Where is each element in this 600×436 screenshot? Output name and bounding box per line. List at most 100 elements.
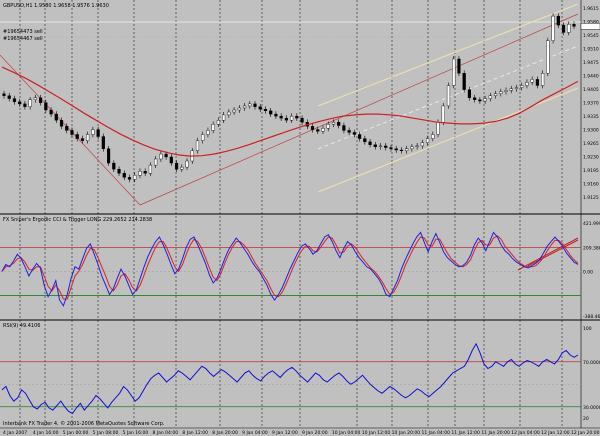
price-tick-label: 1.9475 <box>583 60 599 66</box>
candle-body <box>473 97 477 100</box>
candle-body <box>431 134 435 139</box>
price-tick-label: 1.9545 <box>583 33 599 39</box>
candle-body <box>337 122 341 126</box>
cci-tick-label: -388.4625 <box>583 314 600 320</box>
candle-body <box>143 171 147 174</box>
candle-body <box>331 122 336 125</box>
candle-body <box>91 129 95 135</box>
candle-body <box>154 158 158 166</box>
price-pane[interactable] <box>0 0 581 213</box>
candle-body <box>174 162 179 170</box>
candle-body <box>159 153 163 160</box>
candle-body <box>541 73 545 86</box>
order-label: #19654473 sell <box>3 29 43 35</box>
rsi-indicator-label: RSI(9) 49.4106 <box>3 323 40 329</box>
candle-body <box>169 156 173 164</box>
candle-body <box>357 134 362 139</box>
candle-body <box>232 109 236 113</box>
candle-body <box>242 105 247 109</box>
candle-body <box>133 175 137 180</box>
candle-body <box>18 101 22 105</box>
candle-body <box>279 115 283 119</box>
time-tick-label: 10 Jan 04:00 <box>332 430 361 436</box>
candle-body <box>514 87 519 89</box>
price-tick-label: 1.9230 <box>583 155 599 161</box>
candle-body <box>483 98 487 102</box>
candle-body <box>44 102 48 111</box>
candle-body <box>420 142 424 147</box>
candle-body <box>96 129 100 137</box>
order-label: #19654467 sell <box>3 36 43 42</box>
candle-body <box>101 136 105 149</box>
candle-body <box>478 99 482 102</box>
time-tick-label: 5 Jan 16:00 <box>123 430 149 436</box>
chart-canvas[interactable]: 1.9615 1.9580 1.9545 1.9510 1.9475 1.9440 1.94… <box>0 0 600 436</box>
candle-body <box>520 85 524 88</box>
time-tick-label: 12 Jan 20:00 <box>571 430 600 436</box>
time-tick-label: 8 Jan 20:00 <box>212 430 238 436</box>
price-tick-label: 1.9615 <box>583 6 599 12</box>
candle-body <box>546 40 550 74</box>
candle-body <box>561 24 566 33</box>
candle-body <box>269 110 273 115</box>
time-tick-label: 12 Jan 12:00 <box>541 430 570 436</box>
candle-body <box>253 103 257 107</box>
candle-body <box>446 85 451 107</box>
candle-body <box>441 105 445 123</box>
candle-body <box>222 114 226 121</box>
price-tick-label: 1.9335 <box>583 114 599 120</box>
candle-body <box>75 134 79 139</box>
time-tick-label: 12 Jan 04:00 <box>511 430 540 436</box>
candle-body <box>342 125 346 131</box>
candle-body <box>2 93 6 96</box>
candle-body <box>310 126 315 130</box>
candle-body <box>49 109 53 115</box>
candle-body <box>127 177 132 180</box>
candle-body <box>425 138 430 143</box>
candle-body <box>65 126 69 131</box>
candle-body <box>112 162 116 170</box>
time-tick-label: 11 Jan 04:00 <box>422 430 451 436</box>
rsi-pane[interactable] <box>0 321 581 428</box>
price-tick-label: 1.9125 <box>583 195 599 201</box>
candle-body <box>347 130 351 133</box>
price-tick-label: 1.9265 <box>583 141 599 147</box>
candle-body <box>389 147 393 149</box>
candle-body <box>206 130 210 135</box>
symbol-label: GBPUSD,H1 1.9580 1.9658 1.9576 1.9630 <box>3 3 109 9</box>
candle-body <box>504 90 508 92</box>
candle-body <box>80 138 85 141</box>
candle-body <box>195 140 200 152</box>
price-tick-label: 1.9510 <box>583 47 599 53</box>
cci-tick-label: 0.00 <box>583 269 593 275</box>
time-tick-label: 8 Jan 12:00 <box>182 430 208 436</box>
candle-body <box>488 95 492 99</box>
candle-body <box>567 24 571 33</box>
candle-body <box>185 160 189 168</box>
candle-body <box>284 117 288 121</box>
cci-indicator-label: FX Sniper's Ergodic CCI & Trigger LONG 2… <box>3 217 152 223</box>
candle-body <box>551 15 555 41</box>
candle-body <box>211 124 215 131</box>
candle-body <box>7 95 11 99</box>
rsi-tick-label: 70.0000 <box>583 360 600 366</box>
candle-body <box>373 144 377 147</box>
time-tick-label: 11 Jan 12:00 <box>451 430 480 436</box>
candle-body <box>436 122 440 135</box>
candle-body <box>493 93 498 96</box>
time-tick-label: 9 Jan 04:00 <box>242 430 268 436</box>
candle-body <box>525 82 529 86</box>
candle-body <box>106 148 111 164</box>
candle-body <box>33 97 37 100</box>
candle-body <box>227 111 231 116</box>
candle-body <box>274 113 278 117</box>
candle-body <box>399 149 404 152</box>
candle-body <box>530 79 534 83</box>
time-tick-label: 11 Jan 20:00 <box>481 430 510 436</box>
candle-body <box>86 134 90 141</box>
candle-body <box>117 168 121 174</box>
trading-chart-window: 1.9615 1.9580 1.9545 1.9510 1.9475 1.9440 1.94… <box>0 0 600 436</box>
candle-body <box>70 130 74 135</box>
rsi-tick-label: 100 <box>583 326 592 332</box>
candle-body <box>237 107 241 111</box>
